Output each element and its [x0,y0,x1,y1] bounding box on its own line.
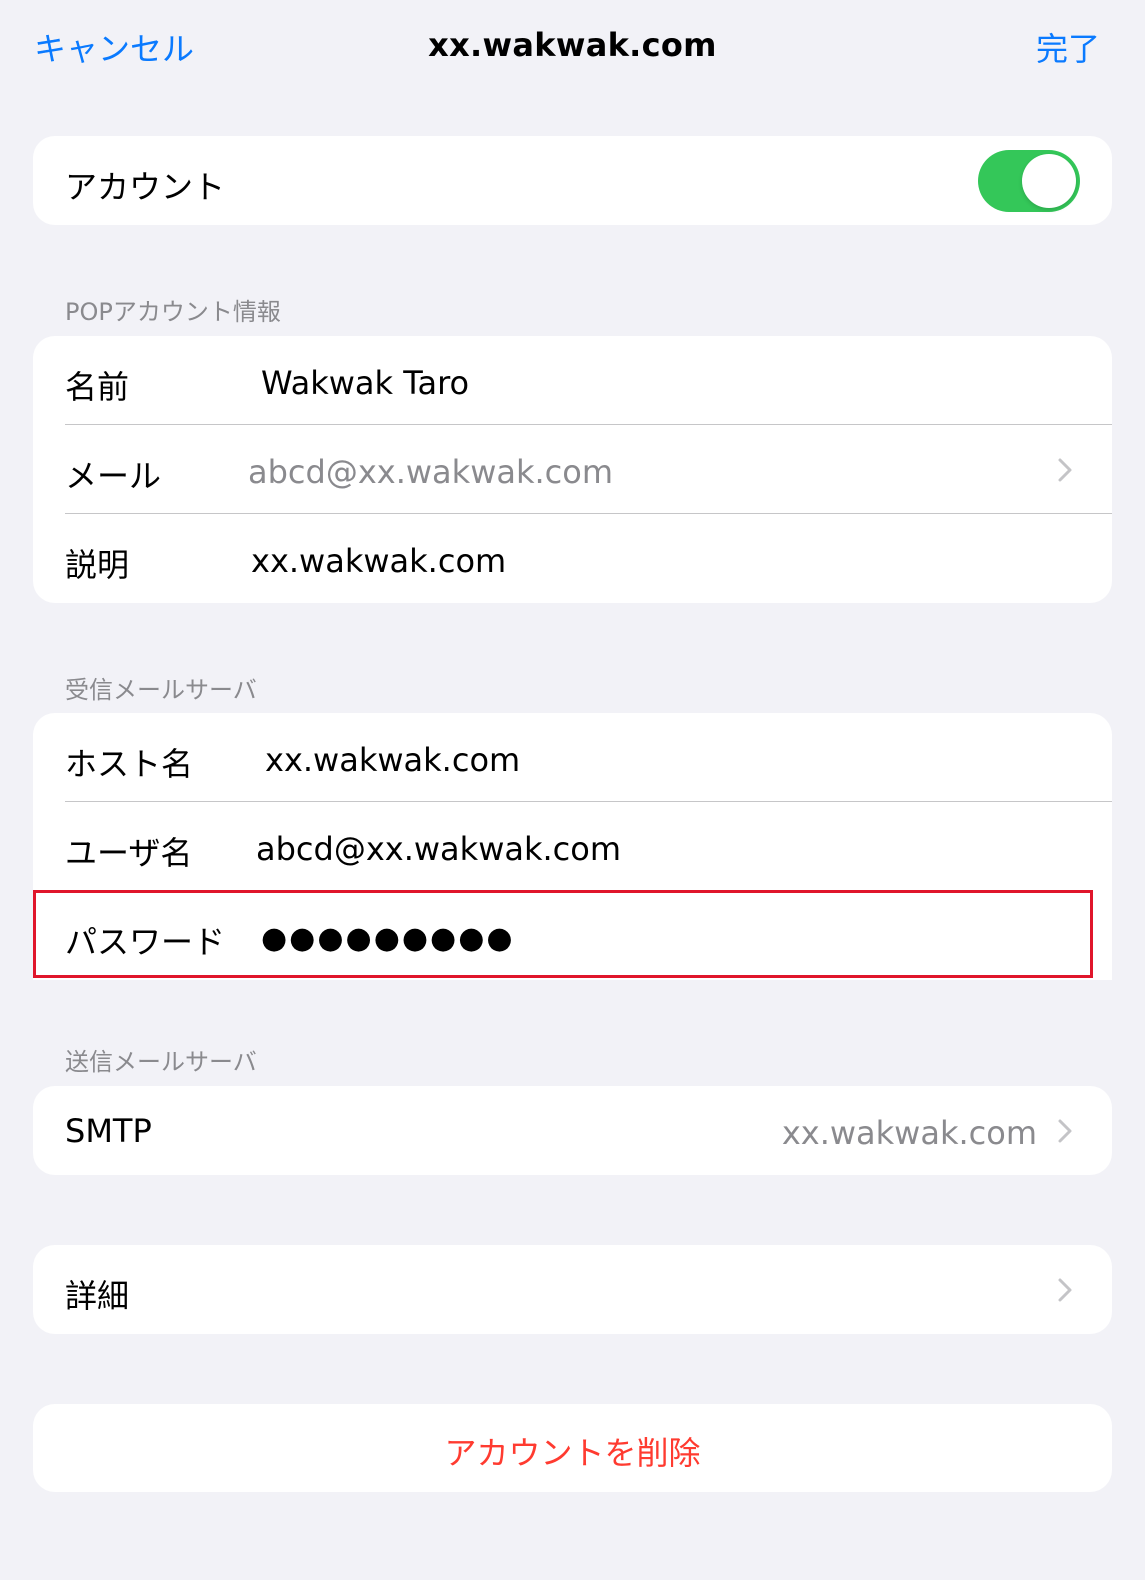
hostname-field[interactable]: xx.wakwak.com [265,741,520,779]
pop-account-card: 名前 Wakwak Taro メール abcd@xx.wakwak.com 説明… [33,336,1112,603]
name-row[interactable]: 名前 Wakwak Taro [33,336,1112,425]
chevron-right-icon [1058,458,1072,482]
email-label: メール [65,457,162,495]
username-row[interactable]: ユーザ名 abcd@xx.wakwak.com [33,802,1112,891]
details-label: 詳細 [65,1277,130,1315]
delete-account-card: アカウントを削除 [33,1404,1112,1492]
password-field[interactable]: ●●●●●●●●● [261,924,515,954]
outgoing-server-card: SMTP xx.wakwak.com [33,1086,1112,1175]
chevron-right-icon [1058,1119,1072,1143]
description-field[interactable]: xx.wakwak.com [251,542,506,580]
incoming-section-header: 受信メールサーバ [65,676,257,704]
hostname-row[interactable]: ホスト名 xx.wakwak.com [33,713,1112,802]
hostname-label: ホスト名 [65,745,194,783]
delete-account-button[interactable]: アカウントを削除 [33,1404,1112,1474]
pop-section-header: POPアカウント情報 [65,298,281,326]
incoming-server-card: ホスト名 xx.wakwak.com ユーザ名 abcd@xx.wakwak.c… [33,713,1112,980]
smtp-value: xx.wakwak.com [781,1114,1037,1152]
username-label: ユーザ名 [65,834,193,872]
password-row[interactable]: パスワード [33,891,1112,980]
smtp-label: SMTP [65,1112,152,1150]
password-label: パスワード [65,923,226,961]
page-title: xx.wakwak.com [428,26,717,64]
details-row[interactable]: 詳細 [33,1245,1112,1334]
outgoing-section-header: 送信メールサーバ [65,1048,257,1076]
description-label: 説明 [65,546,130,584]
smtp-row[interactable]: SMTP xx.wakwak.com [33,1086,1112,1175]
description-row[interactable]: 説明 xx.wakwak.com [33,514,1112,603]
username-field[interactable]: abcd@xx.wakwak.com [256,830,621,868]
toggle-knob [1022,154,1076,208]
email-row[interactable]: メール abcd@xx.wakwak.com [33,425,1112,514]
account-card: アカウント [33,136,1112,225]
account-toggle[interactable] [978,150,1080,212]
done-button[interactable]: 完了 [1036,24,1100,70]
email-value: abcd@xx.wakwak.com [248,453,614,491]
name-label: 名前 [65,368,130,406]
chevron-right-icon [1058,1278,1072,1302]
details-card: 詳細 [33,1245,1112,1334]
name-field[interactable]: Wakwak Taro [261,364,469,402]
account-label: アカウント [65,168,226,206]
